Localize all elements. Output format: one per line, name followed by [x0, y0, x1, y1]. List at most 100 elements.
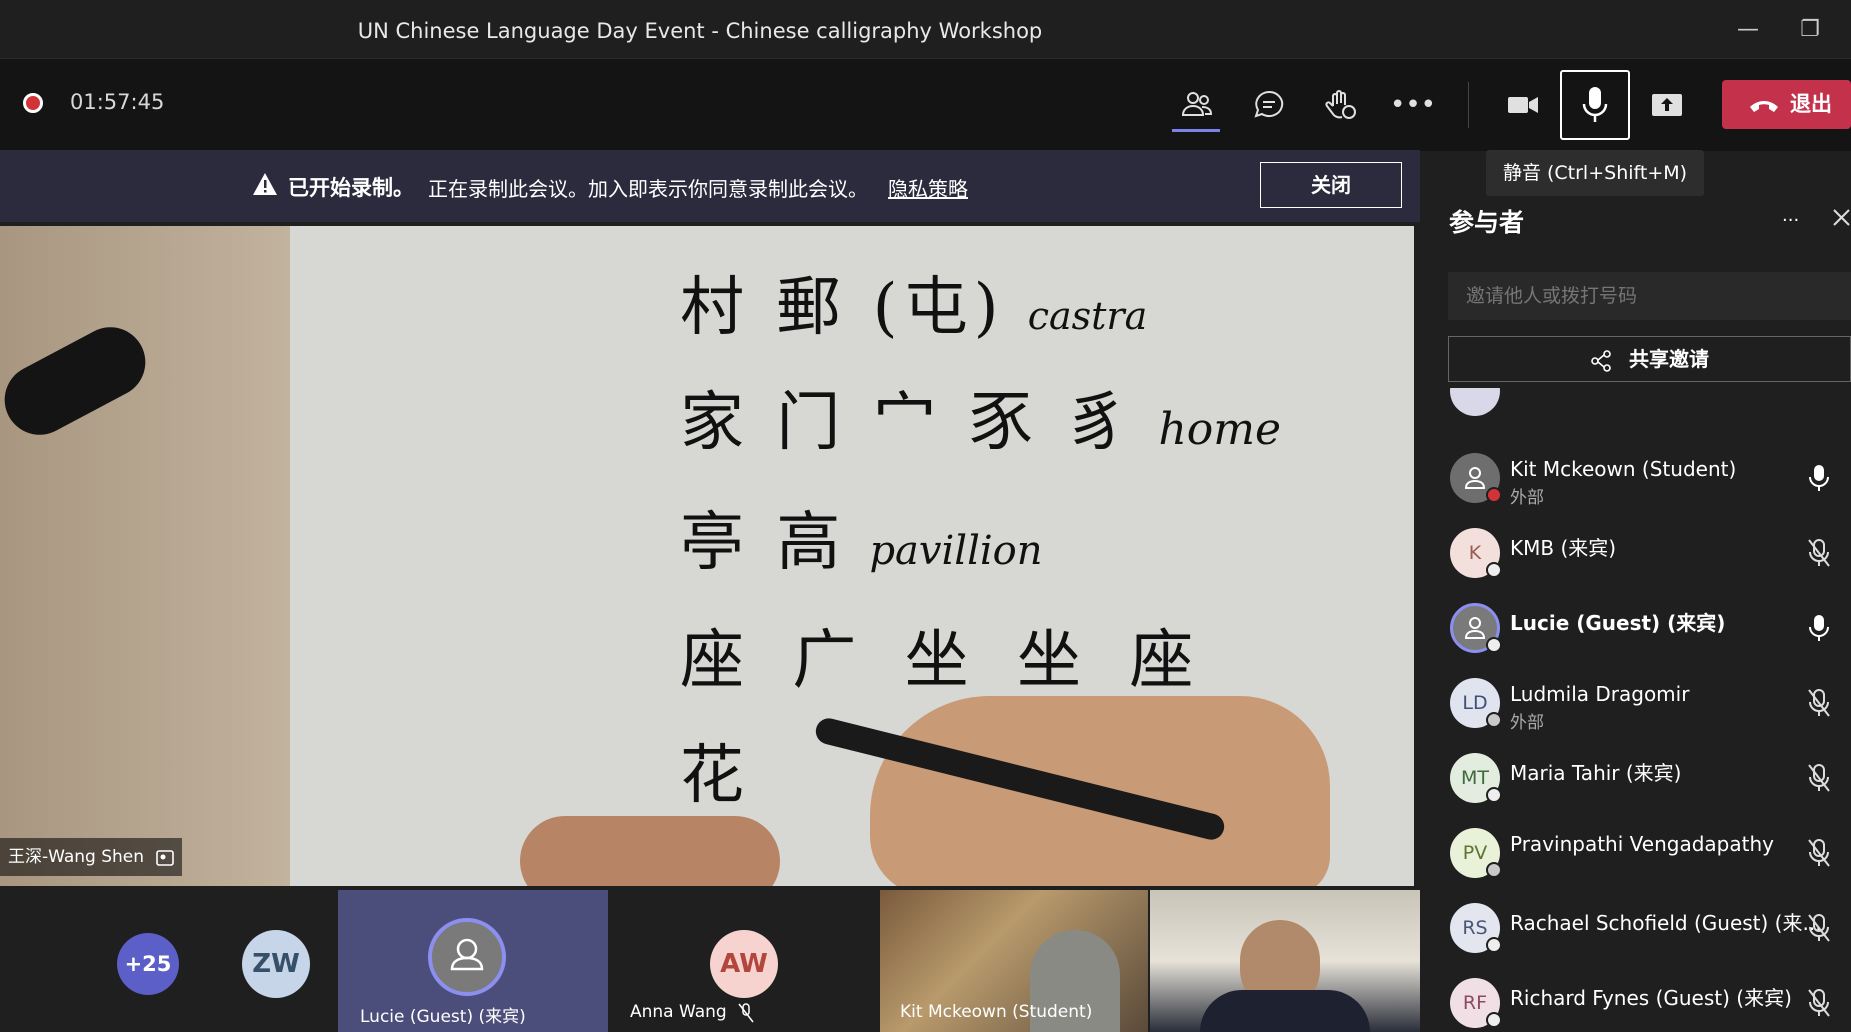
more-icon: •••: [1389, 90, 1436, 120]
participant-name: Richard Fynes (Guest) (来宾): [1510, 986, 1792, 1010]
tile-name: Lucie (Guest) (来宾): [360, 1007, 526, 1027]
participant-video-tile[interactable]: Kit Mckeown (Student): [880, 890, 1148, 1032]
chat-icon: [1254, 90, 1284, 118]
participant-shoulders: [1200, 990, 1370, 1032]
participant-row[interactable]: MT Maria Tahir (来宾): [1448, 743, 1851, 813]
recording-icon: [23, 93, 43, 113]
leave-label: 退出: [1790, 92, 1832, 116]
share-screen-button[interactable]: [1642, 82, 1692, 128]
panel-more-button[interactable]: ···: [1782, 210, 1799, 231]
participant-row[interactable]: PV Pravinpathi Vengadapathy: [1448, 818, 1851, 888]
mic-on-icon: [1809, 615, 1829, 641]
calligraphy-word: home: [1158, 404, 1282, 455]
participant-row[interactable]: K KMB (来宾): [1448, 518, 1851, 588]
mute-button[interactable]: [1560, 70, 1630, 140]
participant-name: Maria Tahir (来宾): [1510, 761, 1682, 785]
share-invite-button[interactable]: 共享邀请: [1448, 336, 1851, 382]
participant-name: Lucie (Guest) (来宾): [1510, 611, 1726, 635]
camera-button[interactable]: [1498, 82, 1548, 128]
restore-button[interactable]: ❐: [1790, 12, 1830, 48]
mic-muted-icon: [1808, 839, 1830, 867]
mic-muted-icon: [1808, 914, 1830, 942]
participants-button[interactable]: [1172, 82, 1222, 128]
share-invite-label: 共享邀请: [1628, 347, 1709, 371]
mic-muted-icon: [1808, 989, 1830, 1017]
participant-name: Kit Mckeown (Student): [1510, 457, 1737, 481]
user-avatar-icon: [428, 918, 506, 996]
status-badge: [1486, 637, 1502, 653]
calligraphy-sheet: 村 郵 (屯) castra 家 门 宀 豕 豸 home 亭 高 pavill…: [680, 256, 1281, 824]
more-options-button[interactable]: •••: [1388, 82, 1438, 128]
calligraphy-chars: 亭 高: [680, 506, 847, 580]
participant-row[interactable]: Lucie (Guest) (来宾): [1448, 593, 1851, 663]
toolbar-divider: [1468, 82, 1469, 128]
participant-name: Ludmila Dragomir: [1510, 682, 1690, 706]
panel-title: 参与者: [1449, 208, 1525, 237]
banner-close-button[interactable]: 关闭: [1260, 162, 1402, 208]
meeting-timer: 01:57:45: [70, 90, 165, 114]
participant-row[interactable]: LD Ludmila Dragomir 外部: [1448, 668, 1851, 738]
participant-tile[interactable]: AW Anna Wang: [610, 890, 878, 1032]
scrolled-participant-partial: [1448, 388, 1851, 416]
status-badge: [1486, 937, 1502, 953]
participants-active-indicator: [1172, 129, 1220, 132]
banner-title: 已开始录制。: [288, 176, 414, 200]
participant-name: KMB (来宾): [1510, 536, 1617, 560]
hang-up-icon: [1750, 101, 1778, 112]
participants-icon: [1181, 92, 1213, 116]
participant-row[interactable]: RS Rachael Schofield (Guest) (来...: [1448, 893, 1851, 963]
participant-row[interactable]: Kit Mckeown (Student) 外部: [1448, 443, 1851, 513]
tile-avatar: AW: [710, 930, 778, 998]
raise-hand-icon: [1325, 90, 1356, 119]
status-badge: [1486, 1012, 1502, 1028]
mute-tooltip: 静音 (Ctrl+Shift+M): [1486, 150, 1704, 196]
calligraphy-chars: 村 郵 (屯): [680, 271, 1005, 345]
main-video: 村 郵 (屯) castra 家 门 宀 豕 豸 home 亭 高 pavill…: [0, 226, 1414, 886]
participant-row[interactable]: RF Richard Fynes (Guest) (来宾): [1448, 968, 1851, 1032]
participant-name: Rachael Schofield (Guest) (来...: [1510, 911, 1822, 935]
microphone-icon: [1582, 87, 1608, 122]
participant-video-tile[interactable]: [1150, 890, 1420, 1032]
calligraphy-chars: 家 门 宀 豕 豸: [680, 386, 1136, 460]
raise-hand-button[interactable]: [1316, 82, 1366, 128]
speaker-label: 王深-Wang Shen: [0, 838, 182, 876]
calligraphy-chars: 座 广 坐 坐 座: [680, 624, 1208, 698]
panel-close-button[interactable]: [1832, 208, 1851, 231]
window-title: UN Chinese Language Day Event - Chinese …: [357, 19, 1043, 43]
calligraphy-word: castra: [1027, 294, 1148, 338]
mic-muted-icon: [1808, 689, 1830, 717]
minimize-button[interactable]: —: [1728, 12, 1768, 48]
overflow-count-button[interactable]: +25: [117, 933, 179, 995]
speaker-name: 王深-Wang Shen: [8, 847, 145, 867]
calligraphy-word: pavillion: [869, 528, 1043, 574]
video-camera-icon: [1508, 97, 1538, 113]
participant-name: Pravinpathi Vengadapathy: [1510, 832, 1774, 856]
tile-avatar[interactable]: ZW: [242, 930, 310, 998]
status-badge: [1486, 487, 1502, 503]
chat-button[interactable]: [1244, 82, 1294, 128]
status-badge: [1486, 562, 1502, 578]
banner-message: 正在录制此会议。加入即表示你同意录制此会议。: [428, 177, 868, 201]
tile-name: Anna Wang: [630, 1002, 727, 1022]
privacy-policy-link[interactable]: 隐私策略: [888, 173, 968, 202]
tile-name: Kit Mckeown (Student): [900, 1002, 1093, 1022]
mic-muted-icon: [1808, 764, 1830, 792]
invite-input[interactable]: [1448, 272, 1851, 320]
fingers: [520, 816, 780, 886]
participant-sub: 外部: [1510, 713, 1544, 733]
status-badge: [1486, 787, 1502, 803]
mic-muted-icon: [738, 1003, 754, 1023]
share-screen-icon: [1652, 94, 1682, 116]
leave-button[interactable]: 退出: [1722, 80, 1851, 129]
warning-icon: [252, 172, 278, 200]
calligraphy-chars: 花: [680, 739, 744, 813]
share-icon: [1591, 349, 1611, 372]
mic-on-icon: [1809, 465, 1829, 491]
status-badge: [1486, 712, 1502, 728]
participant-tile[interactable]: Lucie (Guest) (来宾): [338, 890, 608, 1032]
close-icon: [1833, 209, 1850, 226]
pinned-icon: [156, 850, 174, 866]
participant-sub: 外部: [1510, 488, 1544, 508]
paper-edge: [0, 226, 290, 886]
status-badge: [1486, 862, 1502, 878]
